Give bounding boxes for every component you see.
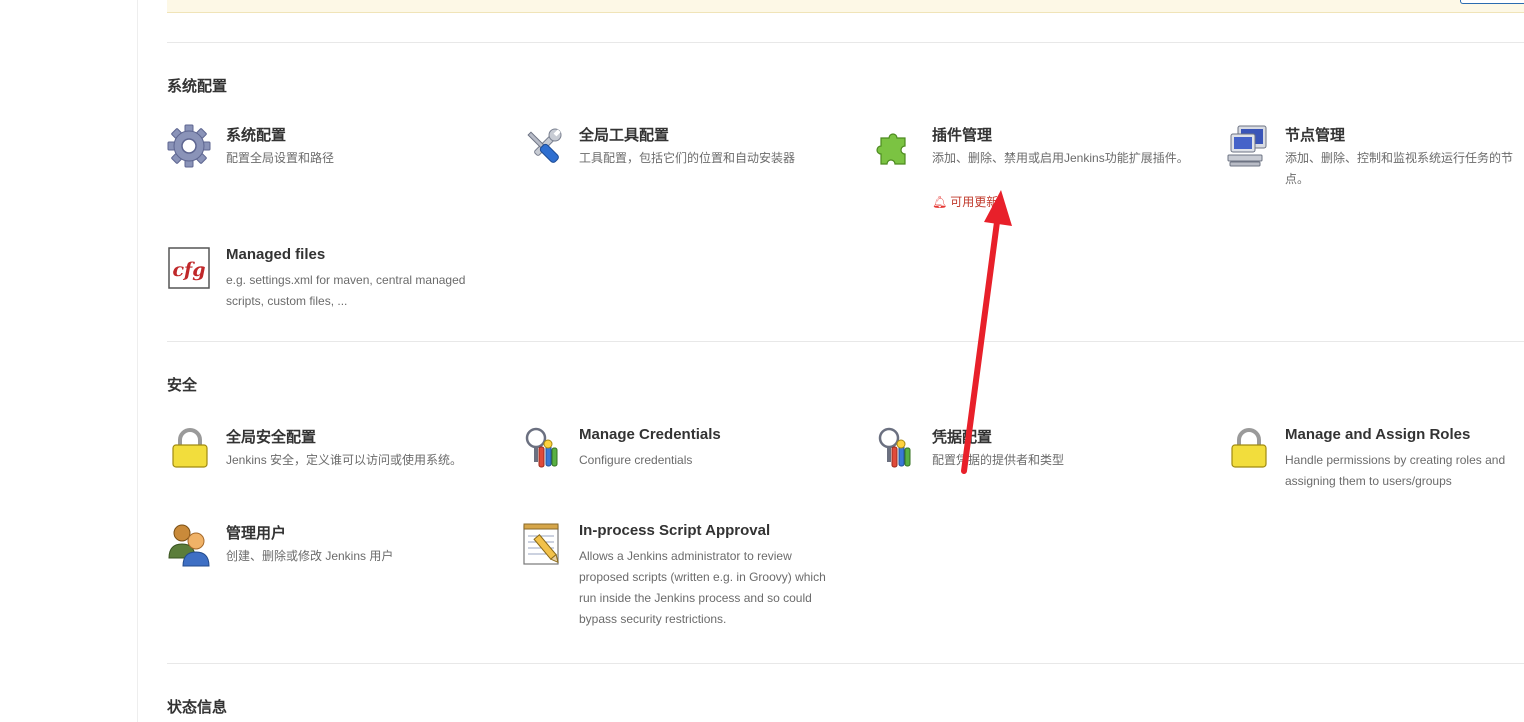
item-description: 创建、删除或修改 Jenkins 用户	[226, 549, 394, 563]
computer-icon	[1226, 124, 1272, 170]
lock-icon	[1226, 426, 1272, 472]
item-name: 插件管理	[932, 127, 993, 144]
item-description: 配置凭据的提供者和类型	[932, 453, 1065, 467]
lock-icon	[167, 426, 213, 472]
item-name: Manage and Assign Roles	[1285, 426, 1471, 443]
item-name: 系统配置	[226, 127, 287, 144]
item-description: 添加、删除、控制和监视系统运行任务的节点。	[1285, 151, 1514, 186]
puzzle-piece-icon	[873, 124, 919, 170]
notice-action-button[interactable]	[1460, 0, 1524, 4]
users-icon	[167, 522, 213, 568]
available-updates-label: 可用更新	[950, 195, 999, 209]
section-title-status-info: 状态信息	[167, 699, 228, 716]
item-name: 全局安全配置	[226, 429, 317, 446]
section-divider	[167, 341, 1524, 342]
manage-jenkins-page: 系统配置 系统配置 配置全局设置和路径 全局工具配置 工具配置，包括它们的位置和…	[0, 0, 1524, 722]
item-description: e.g. settings.xml for maven, central man…	[226, 273, 466, 308]
item-description: 配置全局设置和路径	[226, 151, 335, 165]
item-description: Jenkins 安全，定义谁可以访问或使用系统。	[226, 453, 463, 467]
item-name: 凭据配置	[932, 429, 993, 446]
item-name: Manage Credentials	[579, 426, 721, 443]
cfg-icon: cfg	[167, 246, 213, 292]
item-name: Managed files	[226, 246, 326, 263]
section-divider	[167, 663, 1524, 664]
wrench-screwdriver-icon	[520, 124, 566, 170]
item-name: 管理用户	[226, 525, 287, 542]
keys-icon	[520, 426, 566, 472]
svg-text:cfg: cfg	[172, 259, 205, 281]
gear-icon	[167, 124, 213, 170]
section-title-security: 安全	[167, 377, 198, 394]
item-description: Handle permissions by creating roles and…	[1285, 453, 1506, 488]
section-divider	[167, 42, 1524, 43]
item-name: 全局工具配置	[579, 127, 670, 144]
bell-icon: 🔔︎	[932, 195, 948, 209]
item-description: 添加、删除、禁用或启用Jenkins功能扩展插件。	[932, 151, 1189, 165]
sidebar-divider	[137, 0, 138, 722]
item-description: Configure credentials	[579, 453, 693, 467]
keys-icon	[873, 426, 919, 472]
item-description: 工具配置，包括它们的位置和自动安装器	[579, 151, 796, 165]
item-name: In-process Script Approval	[579, 522, 771, 539]
section-title-system-config: 系统配置	[167, 78, 228, 95]
notepad-pencil-icon	[520, 522, 566, 568]
item-description: Allows a Jenkins administrator to review…	[579, 549, 826, 626]
item-name: 节点管理	[1285, 127, 1346, 144]
notice-banner	[167, 0, 1524, 13]
available-updates-badge[interactable]: 🔔︎ 可用更新	[932, 193, 998, 210]
